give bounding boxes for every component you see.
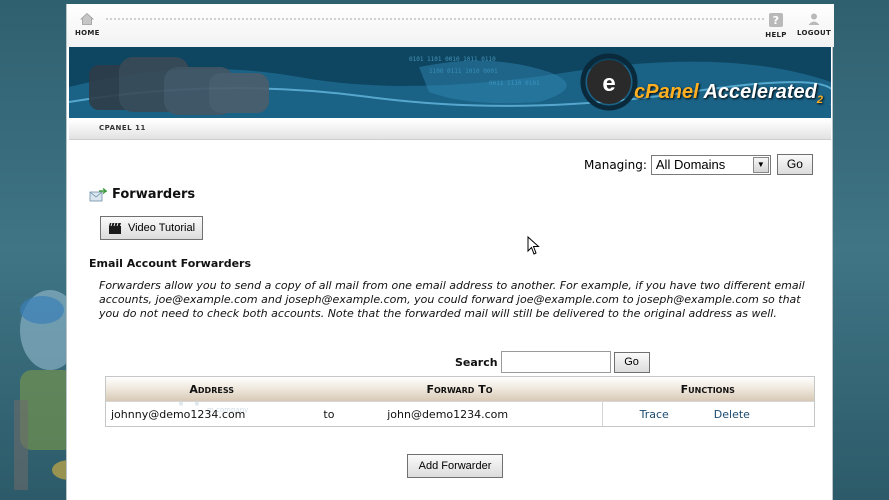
breadcrumb-strip: CPANEL 11: [69, 120, 831, 140]
search-go-button[interactable]: Go: [613, 351, 650, 373]
help-button[interactable]: ? HELP: [764, 12, 788, 39]
forwarder-icon: [89, 187, 107, 201]
page-title: Forwarders: [89, 187, 195, 202]
svg-text:e: e: [602, 70, 615, 97]
logout-button[interactable]: LOGOUT: [797, 12, 831, 37]
cpanel-window: HOME ? HELP LOGOUT 0101 1101 0010 1011 0…: [66, 4, 834, 500]
home-button[interactable]: HOME: [75, 12, 99, 37]
search-input[interactable]: [500, 351, 611, 373]
table-row: johnny@demo1234.com to john@demo1234.com…: [106, 401, 814, 426]
cpanel-banner: 0101 1101 0010 1011 0110 1100 0111 1010 …: [69, 47, 831, 118]
section-heading: Email Account Forwarders: [89, 257, 251, 270]
trace-link[interactable]: Trace: [640, 408, 669, 421]
cell-functions: Trace Delete: [601, 402, 814, 426]
brand-logo-text: cPanel Accelerated2: [634, 81, 823, 106]
add-forwarder-button[interactable]: Add Forwarder: [407, 454, 503, 478]
search-label: Search: [455, 355, 498, 369]
domain-select[interactable]: All Domains ▼: [650, 154, 771, 175]
forwarders-table: Address Forward To Functions johnny@demo…: [105, 376, 815, 427]
cell-to: to: [323, 407, 335, 421]
managing-go-button[interactable]: Go: [776, 154, 813, 175]
dotted-divider: [105, 16, 765, 22]
managing-label: Managing:: [584, 157, 647, 172]
logout-label: LOGOUT: [797, 29, 832, 37]
svg-text:?: ?: [773, 14, 780, 27]
video-tutorial-label: Video Tutorial: [127, 222, 196, 234]
breadcrumb-cpanel[interactable]: CPANEL 11: [99, 124, 146, 132]
cell-forward-to: john@demo1234.com: [387, 407, 509, 421]
table-header: Address Forward To Functions: [106, 377, 814, 401]
help-label: HELP: [765, 31, 787, 39]
page-title-text: Forwarders: [112, 187, 196, 202]
clapperboard-icon: [108, 222, 121, 234]
header-address[interactable]: Address: [106, 377, 317, 401]
domain-selector: Managing: All Domains ▼ Go: [584, 154, 813, 175]
home-label: HOME: [75, 29, 100, 37]
search-bar: Search Go: [455, 351, 650, 373]
header-forward-to[interactable]: Forward To: [317, 377, 601, 401]
forwarders-description: Forwarders allow you to send a copy of a…: [99, 279, 805, 320]
mouse-cursor-icon: [527, 236, 540, 255]
help-icon: ?: [769, 13, 783, 27]
video-tutorial-button[interactable]: Video Tutorial: [100, 216, 203, 240]
brand-version: 2: [816, 94, 823, 106]
domain-select-value: All Domains: [655, 156, 726, 172]
top-navigation-bar: HOME ? HELP LOGOUT: [67, 4, 834, 47]
brand-c: cPanel: [634, 81, 699, 103]
delete-link[interactable]: Delete: [714, 408, 750, 421]
brand-accelerated: Accelerated: [703, 81, 817, 103]
chevron-down-icon[interactable]: ▼: [752, 156, 769, 173]
cell-address: johnny@demo1234.com: [111, 407, 246, 421]
header-functions: Functions: [680, 382, 735, 396]
home-icon: [80, 12, 94, 25]
user-icon: [808, 13, 820, 25]
